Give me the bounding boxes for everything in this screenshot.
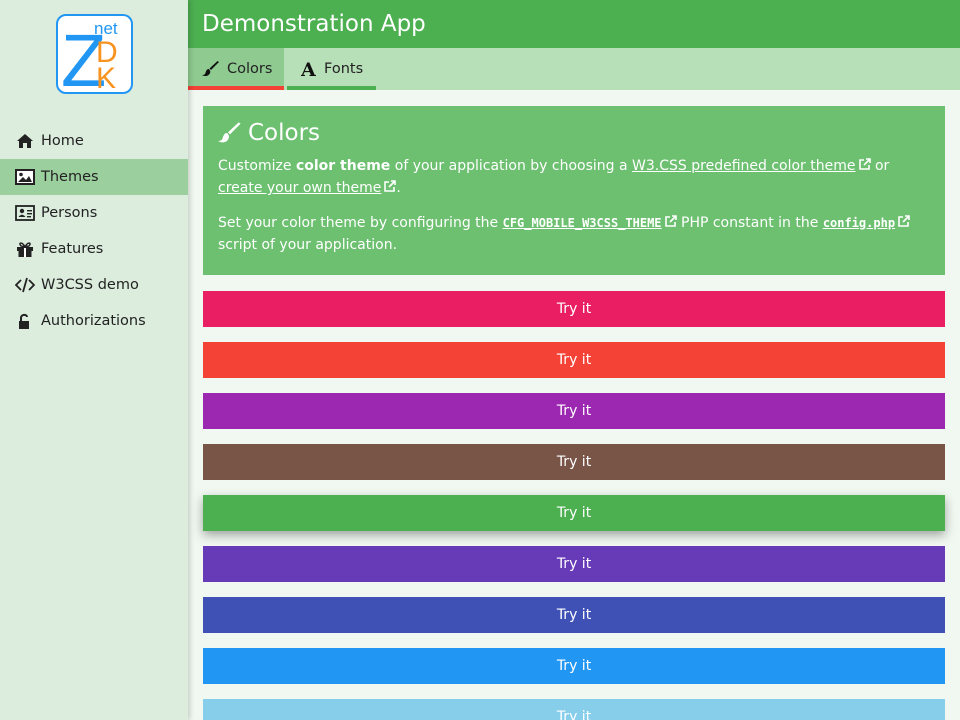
external-link-icon bbox=[383, 179, 397, 200]
colors-info-panel: Colors Customize color theme of your app… bbox=[203, 106, 945, 275]
link-text: create your own theme bbox=[218, 180, 382, 196]
sidebar-item-features[interactable]: Features bbox=[0, 231, 188, 267]
text: of your application by choosing a bbox=[390, 158, 633, 174]
sidebar-item-label: Persons bbox=[41, 205, 98, 221]
button-label: Try it bbox=[556, 607, 592, 623]
tab-bar: Colors A Fonts bbox=[188, 48, 960, 90]
sidebar-item-label: Home bbox=[41, 133, 84, 149]
external-link-icon bbox=[664, 214, 677, 235]
tab-label: Fonts bbox=[324, 61, 364, 77]
text: Customize bbox=[218, 158, 296, 174]
sidebar-item-label: W3CSS demo bbox=[41, 277, 139, 293]
button-label: Try it bbox=[556, 505, 592, 521]
sidebar-item-persons[interactable]: Persons bbox=[0, 195, 188, 231]
button-label: Try it bbox=[556, 709, 592, 720]
app-title: Demonstration App bbox=[202, 11, 426, 37]
try-it-button[interactable]: Try it bbox=[203, 291, 945, 327]
text: . bbox=[396, 180, 401, 196]
try-it-button[interactable]: Try it bbox=[203, 495, 945, 531]
sidebar: Z net D K Home Themes Persons Features W… bbox=[0, 0, 188, 720]
sidebar-item-label: Features bbox=[41, 241, 104, 257]
text: or bbox=[870, 158, 890, 174]
create-theme-link[interactable]: create your own theme bbox=[218, 180, 397, 196]
tab-label: Colors bbox=[227, 61, 273, 77]
sidebar-item-themes[interactable]: Themes bbox=[0, 159, 188, 195]
button-label: Try it bbox=[556, 301, 592, 317]
config-php-link[interactable]: config.php bbox=[823, 215, 910, 231]
svg-text:K: K bbox=[96, 62, 116, 92]
try-it-button[interactable]: Try it bbox=[203, 444, 945, 480]
panel-title: Colors bbox=[218, 118, 930, 148]
code-text: CFG_MOBILE_W3CSS_THEME bbox=[502, 216, 662, 230]
app-header: Demonstration App bbox=[188, 0, 960, 48]
svg-text:A: A bbox=[301, 61, 316, 77]
paint-brush-icon bbox=[218, 122, 242, 144]
panel-paragraph-1: Customize color theme of your applicatio… bbox=[218, 156, 930, 200]
panel-paragraph-2: Set your color theme by configuring the … bbox=[218, 213, 930, 256]
text: Set your color theme by configuring the bbox=[218, 215, 503, 231]
image-icon bbox=[15, 168, 35, 186]
sidebar-item-label: Themes bbox=[41, 169, 99, 185]
try-it-button[interactable]: Try it bbox=[203, 597, 945, 633]
panel-title-text: Colors bbox=[248, 120, 321, 146]
gift-icon bbox=[15, 240, 35, 258]
home-icon bbox=[15, 132, 35, 150]
external-link-icon bbox=[897, 214, 910, 235]
unlock-icon bbox=[15, 312, 35, 330]
paint-brush-icon bbox=[202, 61, 220, 77]
cfg-constant-link[interactable]: CFG_MOBILE_W3CSS_THEME bbox=[503, 215, 677, 231]
try-it-button[interactable]: Try it bbox=[203, 648, 945, 684]
id-card-icon bbox=[15, 204, 35, 222]
button-label: Try it bbox=[556, 454, 592, 470]
button-label: Try it bbox=[556, 658, 592, 674]
sidebar-item-label: Authorizations bbox=[41, 313, 146, 329]
main-content: Colors Customize color theme of your app… bbox=[188, 90, 960, 720]
button-label: Try it bbox=[556, 352, 592, 368]
code-icon bbox=[15, 276, 35, 294]
text: script of your application. bbox=[218, 237, 398, 253]
link-text: W3.CSS predefined color theme bbox=[632, 158, 856, 174]
try-it-button[interactable]: Try it bbox=[203, 393, 945, 429]
sidebar-item-authorizations[interactable]: Authorizations bbox=[0, 303, 188, 339]
font-icon: A bbox=[301, 61, 317, 77]
sidebar-item-home[interactable]: Home bbox=[0, 123, 188, 159]
button-label: Try it bbox=[556, 403, 592, 419]
znetdk-logo[interactable]: Z net D K bbox=[56, 14, 133, 94]
tab-fonts[interactable]: A Fonts bbox=[287, 48, 376, 90]
external-link-icon bbox=[858, 157, 871, 178]
w3css-themes-link[interactable]: W3.CSS predefined color theme bbox=[632, 158, 871, 174]
button-label: Try it bbox=[556, 556, 592, 572]
tab-colors[interactable]: Colors bbox=[188, 48, 284, 90]
bold-text: color theme bbox=[295, 158, 391, 174]
try-it-button[interactable]: Try it bbox=[203, 546, 945, 582]
code-text: config.php bbox=[822, 216, 896, 230]
try-it-button[interactable]: Try it bbox=[203, 699, 945, 720]
try-it-button[interactable]: Try it bbox=[203, 342, 945, 378]
text: PHP constant in the bbox=[676, 215, 823, 231]
sidebar-nav: Home Themes Persons Features W3CSS demo bbox=[0, 123, 188, 339]
sidebar-item-w3css-demo[interactable]: W3CSS demo bbox=[0, 267, 188, 303]
